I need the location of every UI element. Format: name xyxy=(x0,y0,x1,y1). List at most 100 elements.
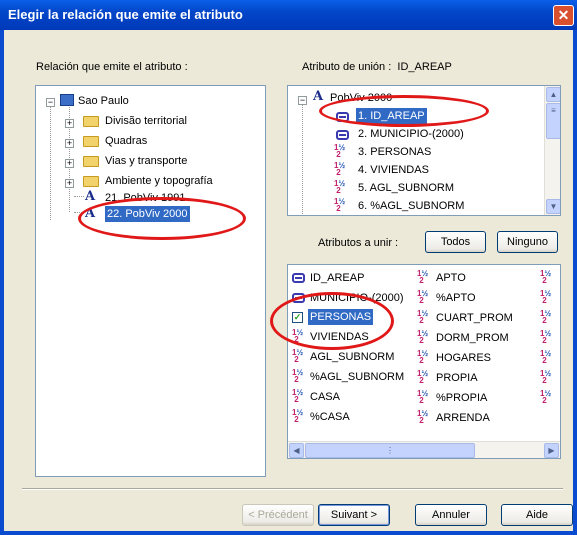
attr-item[interactable]: 5. AGL_SUBNORM xyxy=(358,180,454,196)
numeric-icon: 1½ 2 xyxy=(417,329,429,345)
numeric-icon: 1½ 2 xyxy=(292,408,304,424)
vertical-scrollbar[interactable]: ▲ ≡ ▼ xyxy=(544,86,560,215)
numeric-icon: 1½ 2 xyxy=(292,368,304,384)
close-icon: ✕ xyxy=(557,7,570,23)
numeric-icon: 1½ 2 xyxy=(540,329,552,345)
numeric-icon: 1½ 2 xyxy=(417,309,429,325)
attr-cell[interactable]: DORM_PROM xyxy=(436,330,509,346)
id-key-icon xyxy=(336,112,349,122)
numeric-icon: 1½ 2 xyxy=(540,309,552,325)
numeric-icon: 1½ 2 xyxy=(540,289,552,305)
attr-tree-root[interactable]: PobViv 2000 xyxy=(330,90,392,106)
attr-cell[interactable]: CUART_PROM xyxy=(436,310,513,326)
numeric-icon: 1½ 2 xyxy=(334,161,346,177)
attr-item[interactable]: 4. VIVIENDAS xyxy=(358,162,429,178)
numeric-icon: 1½ 2 xyxy=(292,348,304,364)
numeric-icon: 1½ 2 xyxy=(334,197,346,213)
select-none-button[interactable]: Ninguno xyxy=(497,231,558,253)
dialog-body: Relación que emite el atributo : − Sao P… xyxy=(0,30,577,535)
id-key-icon xyxy=(292,273,305,283)
attr-cell[interactable]: ID_AREAP xyxy=(310,270,364,286)
attr-item[interactable]: 3. PERSONAS xyxy=(358,144,431,160)
title-bar: Elegir la relación que emite el atributo… xyxy=(0,0,577,30)
scroll-left-icon[interactable]: ◀ xyxy=(289,443,304,458)
attr-cell[interactable]: HOGARES xyxy=(436,350,491,366)
horizontal-scrollbar[interactable]: ◀ ⋮ ▶ xyxy=(288,441,560,458)
attr-cell[interactable]: PROPIA xyxy=(436,370,478,386)
expand-toggle[interactable]: + xyxy=(65,159,74,168)
collapse-toggle[interactable]: − xyxy=(298,96,307,105)
folder-icon xyxy=(83,136,99,147)
scroll-right-icon[interactable]: ▶ xyxy=(544,443,559,458)
cancel-button[interactable]: Annuler xyxy=(415,504,487,526)
tree-folder[interactable]: Divisão territorial xyxy=(105,113,187,129)
attr-cell[interactable]: AGL_SUBNORM xyxy=(310,349,394,365)
scroll-thumb[interactable]: ≡ xyxy=(546,103,560,139)
attr-cell[interactable]: %AGL_SUBNORM xyxy=(310,369,404,385)
next-button[interactable]: Suivant > xyxy=(318,504,390,526)
scroll-down-icon[interactable]: ▼ xyxy=(546,199,560,214)
tree-line xyxy=(302,100,303,215)
attr-cell[interactable]: %CASA xyxy=(310,409,350,425)
checkbox-checked[interactable]: ✓ xyxy=(292,312,303,323)
numeric-icon: 1½ 2 xyxy=(540,389,552,405)
tree-root-label: Sao Paulo xyxy=(78,95,129,107)
numeric-icon: 1½ 2 xyxy=(417,289,429,305)
relation-icon: A xyxy=(313,89,324,104)
relation-label: Relación que emite el atributo : xyxy=(36,61,188,73)
attr-cell[interactable]: %APTO xyxy=(436,290,476,306)
tree-line xyxy=(74,196,84,197)
join-attribute-caption: Atributo de unión : xyxy=(302,61,392,73)
numeric-icon: 1½ 2 xyxy=(417,269,429,285)
attr-cell[interactable]: ARRENDA xyxy=(436,410,490,426)
join-attribute-label: Atributo de unión : ID_AREAP xyxy=(302,61,452,73)
back-button[interactable]: < Précédent xyxy=(242,504,314,526)
expand-toggle[interactable]: + xyxy=(65,139,74,148)
numeric-icon: 1½ 2 xyxy=(334,179,346,195)
help-button[interactable]: Aide xyxy=(501,504,573,526)
attr-cell[interactable]: CASA xyxy=(310,389,340,405)
numeric-icon: 1½ 2 xyxy=(417,389,429,405)
numeric-icon: 1½ 2 xyxy=(540,369,552,385)
relation-icon: A xyxy=(85,206,96,221)
database-icon xyxy=(60,94,74,106)
numeric-icon: 1½ 2 xyxy=(540,349,552,365)
tree-folder[interactable]: Quadras xyxy=(105,133,147,149)
expand-toggle[interactable]: + xyxy=(65,119,74,128)
numeric-icon: 1½ 2 xyxy=(540,269,552,285)
select-all-button[interactable]: Todos xyxy=(425,231,486,253)
relation-tree[interactable]: − Sao Paulo + Divisão territorial + Quad… xyxy=(35,85,266,477)
tree-folder[interactable]: Ambiente y topografía xyxy=(105,173,213,189)
id-key-icon xyxy=(292,293,305,303)
scroll-thumb[interactable]: ⋮ xyxy=(305,443,475,458)
tree-line xyxy=(74,212,84,213)
attributes-grid[interactable]: ID_AREAP MUNICIPIO-(2000) ✓ PERSONAS 1½ … xyxy=(287,264,561,459)
attr-cell[interactable]: VIVIENDAS xyxy=(310,329,369,345)
folder-icon xyxy=(83,156,99,167)
attr-cell[interactable]: %PROPIA xyxy=(436,390,487,406)
expand-toggle[interactable]: + xyxy=(65,179,74,188)
close-button[interactable]: ✕ xyxy=(553,5,574,26)
tree-root[interactable]: Sao Paulo xyxy=(60,93,129,109)
numeric-icon: 1½ 2 xyxy=(417,409,429,425)
attr-cell-checked[interactable]: PERSONAS xyxy=(308,309,374,325)
attr-cell[interactable]: MUNICIPIO-(2000) xyxy=(310,290,404,306)
tree-relation[interactable]: 21. PobViv 1991 xyxy=(105,190,186,206)
numeric-icon: 1½ 2 xyxy=(417,369,429,385)
tree-folder[interactable]: Vias y transporte xyxy=(105,153,187,169)
numeric-icon: 1½ 2 xyxy=(417,349,429,365)
numeric-icon: 1½ 2 xyxy=(292,388,304,404)
join-attribute-value: ID_AREAP xyxy=(397,61,452,73)
attribute-tree[interactable]: − A PobViv 2000 1. ID_AREAP 2. MUNICIPIO… xyxy=(287,85,561,216)
footer-separator xyxy=(22,488,563,490)
attr-item-selected[interactable]: 1. ID_AREAP xyxy=(356,108,427,124)
relation-icon: A xyxy=(85,189,96,204)
tree-relation-selected[interactable]: 22. PobViv 2000 xyxy=(105,206,190,222)
collapse-toggle[interactable]: − xyxy=(46,98,55,107)
attr-item[interactable]: 2. MUNICIPIO-(2000) xyxy=(358,126,464,142)
attrs-to-join-label: Atributos a unir : xyxy=(318,237,399,249)
attr-cell[interactable]: APTO xyxy=(436,270,466,286)
attr-item[interactable]: 6. %AGL_SUBNORM xyxy=(358,198,464,214)
scroll-up-icon[interactable]: ▲ xyxy=(546,87,560,102)
tree-line xyxy=(50,102,51,220)
